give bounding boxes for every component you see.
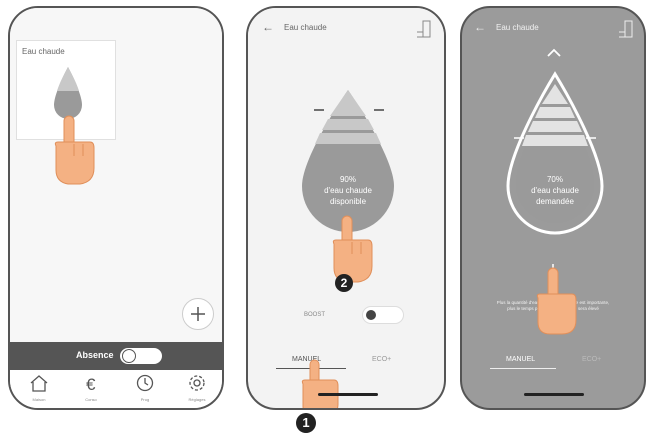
back-arrow-icon[interactable]: ← (474, 20, 486, 34)
tab-manuel[interactable]: MANUEL (506, 356, 535, 363)
water-drop-gauge[interactable]: 70% d'eau chaude demandée (498, 70, 612, 246)
home-icon (30, 375, 48, 392)
svg-text:€: € (86, 375, 96, 392)
step-number: 2 (340, 276, 348, 290)
step-number: 1 (302, 415, 310, 430)
phone-screen-home: Eau chaude Absence Maison € Conso Prog R… (8, 6, 224, 410)
gear-icon (189, 375, 205, 391)
step-badge-2: 2 (335, 274, 353, 292)
nav-item-prog[interactable]: Prog (130, 374, 160, 402)
widget-title: Eau chaude (22, 47, 65, 56)
boost-label: BOOST (304, 312, 326, 318)
page-title: Eau chaude (496, 23, 539, 32)
tap-hand-icon (301, 359, 339, 408)
toggle-knob (122, 349, 136, 363)
header: ← Eau chaude (462, 8, 644, 48)
swipe-hand-icon (536, 264, 577, 335)
tab-eco[interactable]: ECO+ (582, 356, 601, 363)
header: ← Eau chaude (248, 8, 444, 48)
drop-line1: d'eau chaude (531, 186, 579, 195)
toggle-knob (366, 310, 376, 320)
drop-percent: 90% (340, 175, 356, 184)
drop-line1: d'eau chaude (324, 186, 372, 195)
nav-label: Réglages (188, 397, 206, 402)
nav-label: Prog (140, 397, 150, 402)
tab-eco[interactable]: ECO+ (372, 356, 391, 363)
status-area (10, 8, 222, 40)
tank-icon[interactable] (416, 20, 432, 38)
drop-percent: 70% (547, 175, 563, 184)
tap-hand-icon (332, 215, 373, 283)
tank-icon[interactable] (618, 20, 634, 38)
absence-bar: Absence (10, 342, 222, 370)
bottom-nav: Maison € Conso Prog Réglages (10, 370, 222, 408)
add-button[interactable] (182, 298, 214, 330)
tap-hand-icon (54, 115, 95, 185)
home-indicator (524, 393, 584, 396)
page-title: Eau chaude (284, 23, 327, 32)
nav-label: Maison (32, 397, 46, 402)
clock-icon (136, 374, 154, 392)
step-badge-1: 1 (296, 413, 316, 433)
absence-label: Absence (76, 350, 114, 360)
nav-label: Conso (85, 397, 97, 402)
euro-icon: € (86, 375, 96, 394)
drop-line2: disponible (330, 197, 367, 206)
home-indicator (318, 393, 378, 396)
boost-toggle[interactable] (362, 306, 404, 324)
phone-screen-hot-water-adjust: ← Eau chaude 70% d'eau chaude demandée P… (460, 6, 646, 410)
back-arrow-icon[interactable]: ← (262, 20, 274, 34)
nav-item-maison[interactable]: Maison (24, 374, 54, 402)
plus-icon (191, 307, 205, 321)
nav-item-reglages[interactable]: Réglages (182, 374, 212, 402)
chevron-up-icon[interactable] (546, 48, 562, 58)
phone-screen-hot-water: ← Eau chaude 90% d'eau chaude disponible… (246, 6, 446, 410)
drop-line2: demandée (536, 197, 574, 206)
nav-item-conso[interactable]: € Conso (76, 374, 106, 402)
tab-underline (490, 368, 556, 369)
absence-toggle[interactable] (120, 348, 162, 364)
